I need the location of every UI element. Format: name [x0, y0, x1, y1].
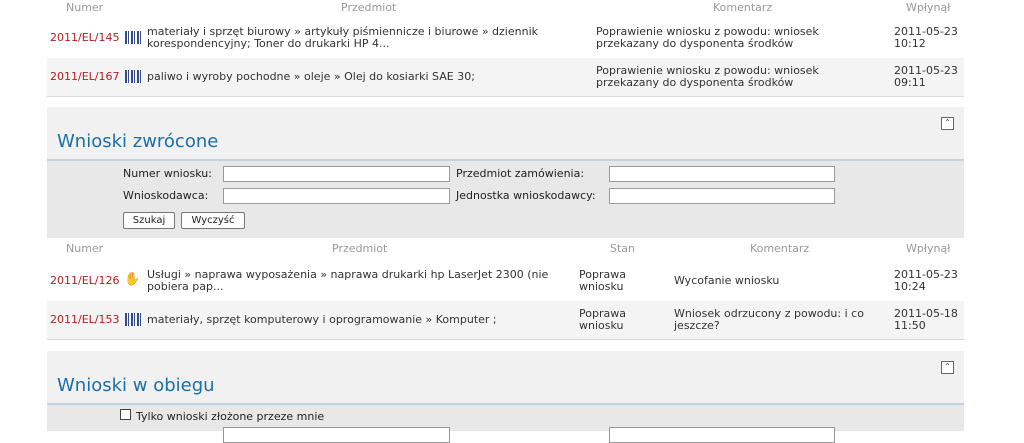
- table-header: Numer Przedmiot Komentarz Wpłynął: [47, 0, 964, 18]
- table-header: Numer Przedmiot Stan Komentarz Wpłynął: [47, 241, 964, 259]
- applicant-input[interactable]: [223, 188, 450, 204]
- order-subject-input[interactable]: [609, 166, 835, 182]
- table-row[interactable]: 2011/EL/167 paliwo i wyroby pochodne » o…: [47, 58, 964, 96]
- applicant-label: Wnioskodawca:: [123, 189, 209, 202]
- hand-icon: ✋: [124, 272, 141, 287]
- barcode-icon: [125, 31, 142, 44]
- comment-text: Wycofanie wniosku: [674, 274, 780, 287]
- section-title: Wnioski w obiegu: [57, 375, 215, 396]
- header-numer: Numer: [66, 1, 104, 14]
- request-number-label: Numer wniosku:: [123, 167, 212, 180]
- only-mine-label[interactable]: Tylko wnioski złożone przeze mnie: [136, 410, 324, 423]
- top-table: Numer Przedmiot Komentarz Wpłynął 2011/E…: [47, 0, 964, 97]
- request-number-link[interactable]: 2011/EL/145: [50, 32, 119, 44]
- status-text: Poprawa wniosku: [579, 268, 626, 293]
- received-date: 2011-05-23 10:12: [894, 25, 958, 50]
- clear-button[interactable]: Wyczyść: [181, 212, 245, 229]
- header-komentarz: Komentarz: [713, 1, 773, 14]
- status-text: Poprawa wniosku: [579, 307, 626, 332]
- comment-text: Wniosek odrzucony z powodu: i co jeszcze…: [674, 307, 864, 332]
- received-date: 2011-05-18 11:50: [894, 307, 958, 332]
- request-number-input[interactable]: [223, 427, 450, 443]
- only-mine-checkbox[interactable]: [120, 409, 131, 420]
- row-divider: [47, 339, 964, 340]
- barcode-icon: [125, 313, 142, 326]
- request-number-link[interactable]: 2011/EL/126: [50, 275, 119, 287]
- section-header-in-circulation: ⌃ Wnioski w obiegu: [47, 351, 964, 405]
- header-wplynal: Wpłynął: [906, 242, 951, 255]
- subject-text: materiały i sprzęt biurowy » artykuły pi…: [147, 25, 539, 50]
- received-date: 2011-05-23 09:11: [894, 64, 958, 89]
- comment-text: Poprawienie wniosku z powodu: wniosek pr…: [596, 25, 819, 50]
- subject-text: materiały, sprzęt komputerowy i oprogram…: [147, 313, 497, 326]
- subject-text: paliwo i wyroby pochodne » oleje » Olej …: [147, 70, 475, 83]
- order-subject-input[interactable]: [609, 427, 835, 443]
- received-date: 2011-05-23 10:24: [894, 268, 958, 293]
- barcode-icon: [125, 70, 142, 83]
- section-title: Wnioski zwrócone: [57, 131, 219, 152]
- order-subject-label: Przedmiot zamówienia:: [456, 167, 585, 180]
- header-przedmiot: Przedmiot: [341, 1, 397, 14]
- header-wplynal: Wpłynął: [906, 1, 951, 14]
- applicant-unit-input[interactable]: [609, 188, 835, 204]
- search-button[interactable]: Szukaj: [123, 212, 175, 229]
- header-stan: Stan: [610, 242, 636, 255]
- comment-text: Poprawienie wniosku z powodu: wniosek pr…: [596, 64, 819, 89]
- applicant-unit-label: Jednostka wnioskodawcy:: [456, 189, 596, 202]
- subject-text: Usługi » naprawa wyposażenia » naprawa d…: [147, 268, 549, 293]
- table-row[interactable]: 2011/EL/153 materiały, sprzęt komputerow…: [47, 301, 964, 339]
- table-row[interactable]: 2011/EL/126 ✋ Usługi » naprawa wyposażen…: [47, 262, 964, 300]
- double-chevron-up-icon[interactable]: ⌃: [941, 117, 954, 130]
- row-divider: [47, 96, 964, 97]
- double-chevron-up-icon[interactable]: ⌃: [941, 361, 954, 374]
- filter-panel-in-circulation: Tylko wnioski złożone przeze mnie: [47, 405, 964, 443]
- request-number-link[interactable]: 2011/EL/167: [50, 71, 119, 83]
- header-komentarz: Komentarz: [750, 242, 810, 255]
- request-number-link[interactable]: 2011/EL/153: [50, 314, 119, 326]
- section-header-returned: ⌃ Wnioski zwrócone: [47, 107, 964, 161]
- returned-table: Numer Przedmiot Stan Komentarz Wpłynął 2…: [47, 238, 964, 340]
- filter-panel-returned: Numer wniosku: Przedmiot zamówienia: Wni…: [47, 161, 964, 238]
- header-przedmiot: Przedmiot: [332, 242, 388, 255]
- table-row[interactable]: 2011/EL/145 materiały i sprzęt biurowy »…: [47, 19, 964, 57]
- header-numer: Numer: [66, 242, 104, 255]
- request-number-input[interactable]: [223, 166, 450, 182]
